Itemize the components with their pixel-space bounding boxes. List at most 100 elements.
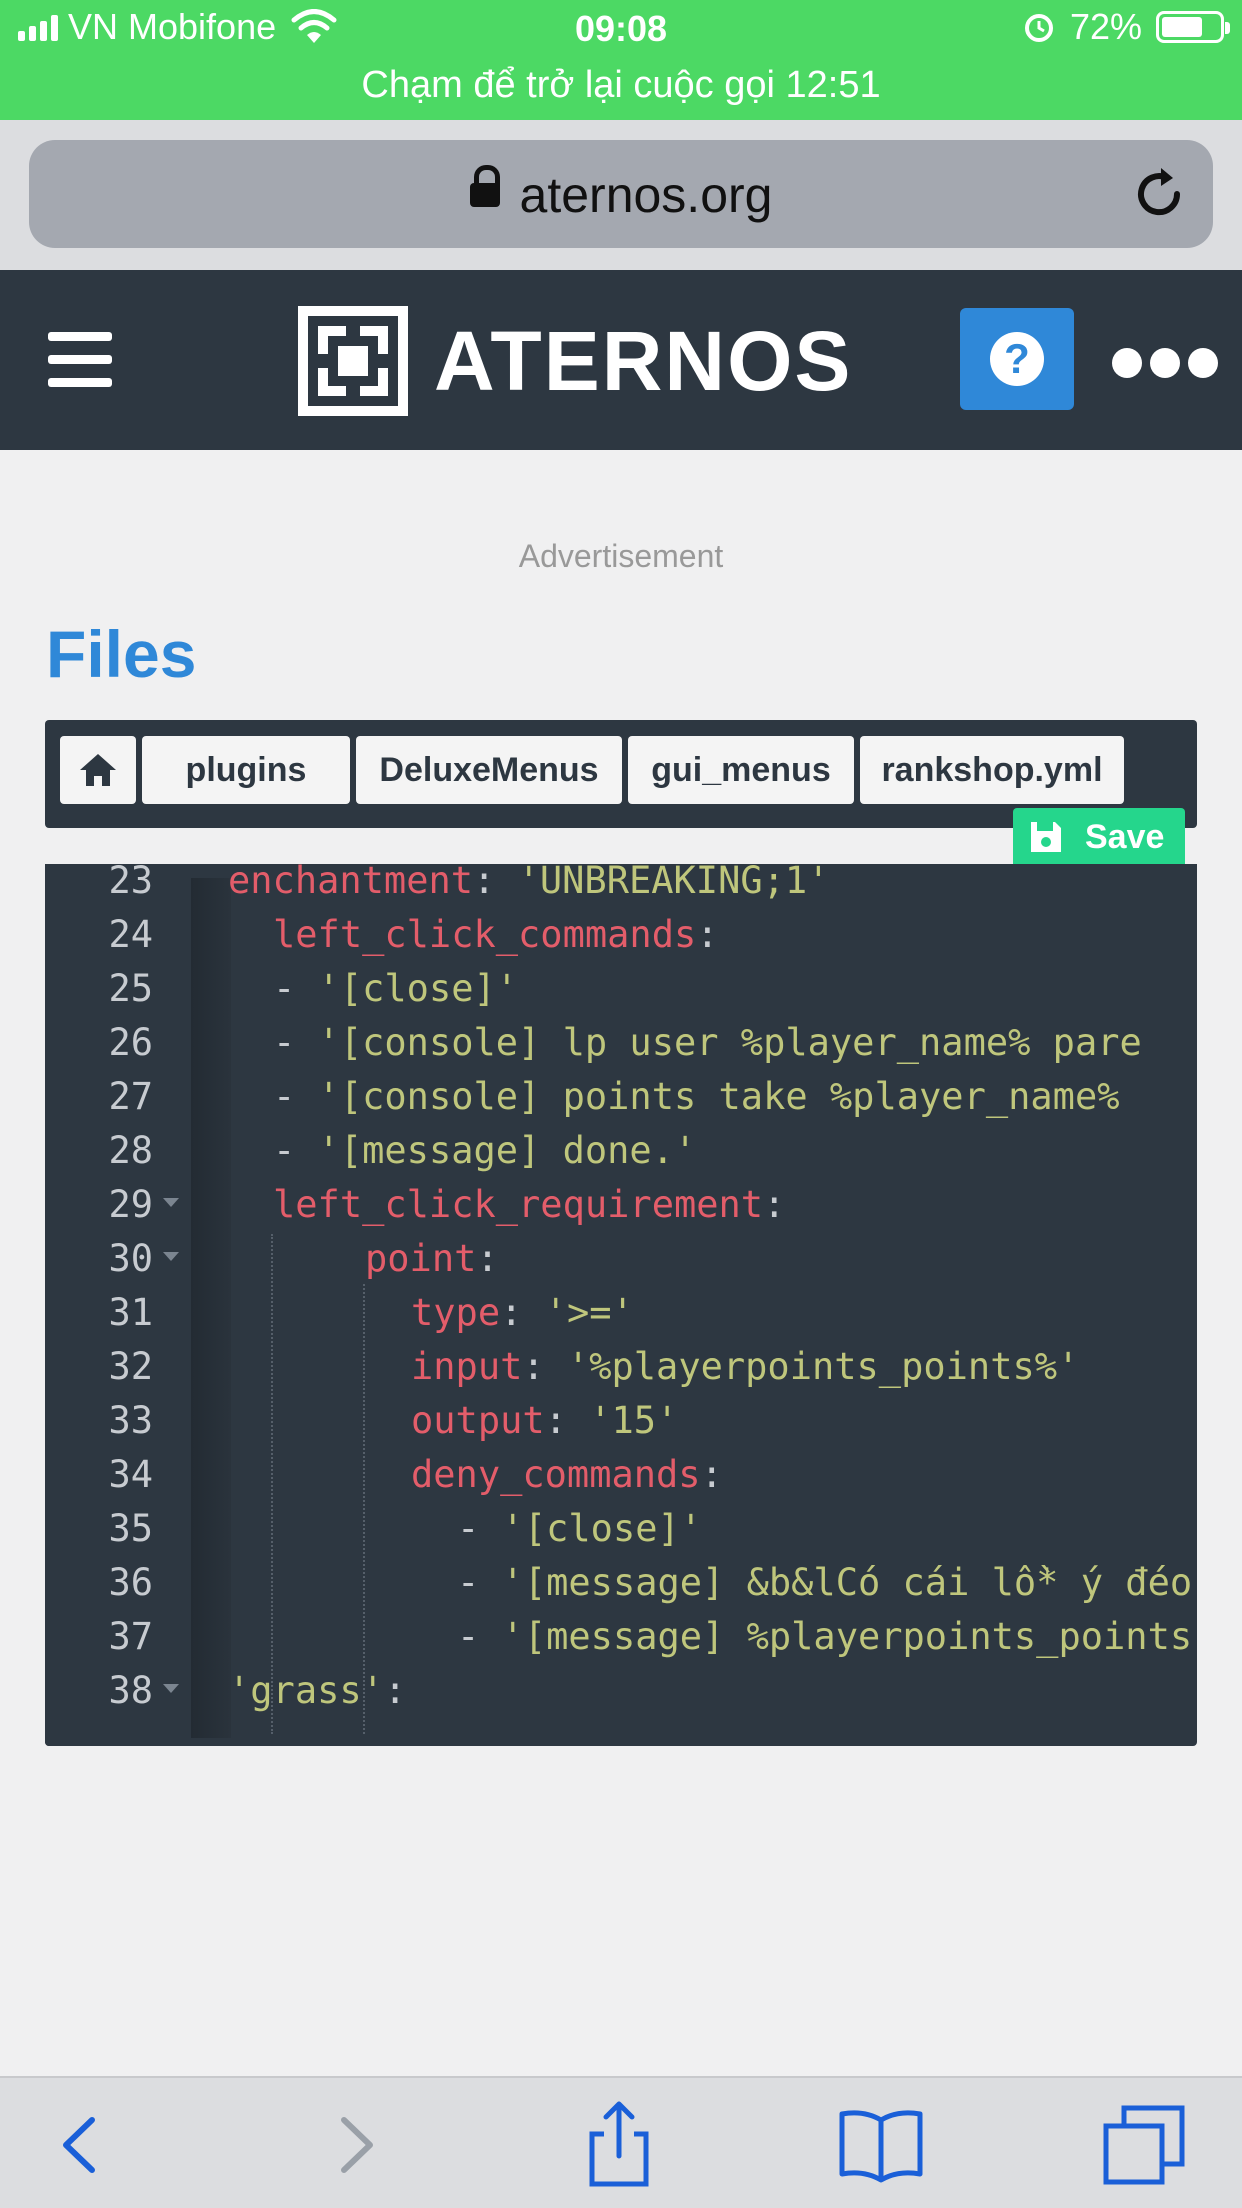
forward-icon[interactable]: [310, 2100, 400, 2190]
advertisement-label: Advertisement: [518, 538, 724, 574]
breadcrumb-rankshop-yml[interactable]: rankshop.yml: [860, 736, 1124, 804]
floppy-icon: [1031, 822, 1061, 852]
yaml-key: deny_commands: [411, 1453, 701, 1496]
back-icon[interactable]: [36, 2100, 126, 2190]
tabs-icon[interactable]: [1100, 2100, 1190, 2190]
code-line[interactable]: 38 'grass':: [45, 1664, 1197, 1718]
breadcrumb-plugins[interactable]: plugins: [142, 736, 350, 804]
code-text: point:: [365, 1237, 499, 1280]
line-number: 29: [108, 1183, 153, 1226]
code-line[interactable]: 33 output: '15': [45, 1394, 1197, 1448]
battery-icon: [1156, 11, 1230, 43]
code-text: left_click_commands:: [273, 913, 719, 956]
code-line[interactable]: 28 - '[message] done.': [45, 1124, 1197, 1178]
code-editor[interactable]: 23 enchantment: 'UNBREAKING;1' 24 left_clic…: [45, 864, 1197, 1746]
yaml-value: '[console] points take %player_name%: [317, 1075, 1120, 1118]
code-text: left_click_requirement:: [273, 1183, 786, 1226]
code-text: - '[close]': [273, 962, 518, 1016]
url-field[interactable]: aternos.org: [29, 140, 1213, 248]
list-dash: -: [457, 1561, 502, 1604]
code-line[interactable]: 30 point:: [45, 1232, 1197, 1286]
browser-toolbar: [0, 2076, 1242, 2208]
save-label: Save: [1085, 817, 1165, 856]
fold-toggle-icon[interactable]: [163, 1198, 179, 1207]
status-right: 72%: [1022, 6, 1230, 48]
code-text: - '[message] %playerpoints_points: [457, 1610, 1192, 1664]
code-line[interactable]: 24 left_click_commands:: [45, 908, 1197, 962]
code-text: - '[message] &b&lCó cái lồ* ý đéo: [457, 1556, 1192, 1610]
reload-icon[interactable]: [1131, 164, 1191, 224]
code-line[interactable]: 31 type: '>=': [45, 1286, 1197, 1340]
line-number: 38: [108, 1669, 153, 1712]
yaml-key: point: [365, 1237, 477, 1280]
list-dash: -: [273, 967, 318, 1010]
code-text: - '[console] points take %player_name%: [273, 1070, 1120, 1124]
status-bar: VN Mobifone 09:08 72% Chạm để trở lại cu…: [0, 0, 1242, 120]
breadcrumb-home[interactable]: [60, 736, 136, 804]
code-text: enchantment: 'UNBREAKING;1': [228, 864, 829, 908]
yaml-value: '15': [566, 1399, 679, 1442]
site-logo[interactable]: ATERNOS: [298, 306, 852, 416]
breadcrumb-deluxemenus[interactable]: DeluxeMenus: [356, 736, 622, 804]
line-number: 27: [108, 1075, 153, 1118]
code-text: 'grass':: [228, 1669, 407, 1712]
yaml-key: left_click_commands: [273, 913, 697, 956]
list-dash: -: [457, 1615, 502, 1658]
site-header: ATERNOS ?: [0, 270, 1242, 450]
line-number: 37: [108, 1615, 153, 1658]
yaml-value: 'UNBREAKING;1': [495, 864, 830, 902]
breadcrumb-gui-menus[interactable]: gui_menus: [628, 736, 854, 804]
yaml-value: '[message] &b&lCó cái lồ* ý đéo: [501, 1561, 1193, 1604]
code-line[interactable]: 34 deny_commands:: [45, 1448, 1197, 1502]
list-dash: -: [273, 1129, 318, 1172]
line-number: 31: [108, 1291, 153, 1334]
question-icon: ?: [990, 332, 1044, 386]
help-button[interactable]: ?: [960, 308, 1074, 410]
yaml-key: left_click_requirement: [273, 1183, 764, 1226]
share-icon[interactable]: [574, 2100, 664, 2190]
line-number: 25: [108, 967, 153, 1010]
menu-icon[interactable]: [48, 332, 112, 388]
yaml-key: input: [411, 1345, 523, 1388]
line-number: 34: [108, 1453, 153, 1496]
code-text: input: '%playerpoints_points%': [411, 1345, 1080, 1388]
home-icon: [80, 754, 116, 786]
line-number: 23: [108, 864, 153, 902]
yaml-value: '[console] lp user %player_name% pare: [317, 1021, 1142, 1064]
list-dash: -: [273, 1021, 318, 1064]
list-dash: -: [273, 1075, 318, 1118]
code-line[interactable]: 23 enchantment: 'UNBREAKING;1': [45, 864, 1197, 908]
code-line[interactable]: 29 left_click_requirement:: [45, 1178, 1197, 1232]
browser-address-bar: aternos.org: [0, 120, 1242, 270]
code-line[interactable]: 36 - '[message] &b&lCó cái lồ* ý đéo: [45, 1556, 1197, 1610]
code-text: - '[console] lp user %player_name% pare: [273, 1016, 1142, 1070]
yaml-value: '[close]': [501, 1507, 703, 1550]
code-text: output: '15': [411, 1399, 679, 1442]
line-number: 30: [108, 1237, 153, 1280]
yaml-value: '[close]': [317, 967, 519, 1010]
list-dash: -: [457, 1507, 502, 1550]
yaml-value: '>=': [522, 1291, 634, 1334]
save-button[interactable]: Save: [1013, 808, 1185, 866]
line-number: 36: [108, 1561, 153, 1604]
yaml-key: type: [411, 1291, 501, 1334]
code-text: type: '>=': [411, 1291, 634, 1334]
more-icon[interactable]: [1112, 348, 1218, 378]
fold-toggle-icon[interactable]: [163, 1684, 179, 1693]
code-text: - '[close]': [457, 1502, 702, 1556]
code-line[interactable]: 37 - '[message] %playerpoints_points: [45, 1610, 1197, 1664]
line-number: 26: [108, 1021, 153, 1064]
yaml-key: enchantment: [228, 864, 474, 902]
code-line[interactable]: 35 - '[close]': [45, 1502, 1197, 1556]
fold-toggle-icon[interactable]: [163, 1252, 179, 1261]
code-line[interactable]: 26 - '[console] lp user %player_name% par…: [45, 1016, 1197, 1070]
code-line[interactable]: 25 - '[close]': [45, 962, 1197, 1016]
line-number: 32: [108, 1345, 153, 1388]
code-line[interactable]: 32 input: '%playerpoints_points%': [45, 1340, 1197, 1394]
aternos-logo-icon: [298, 306, 408, 416]
bookmarks-icon[interactable]: [836, 2100, 926, 2190]
code-line[interactable]: 27 - '[console] points take %player_name%: [45, 1070, 1197, 1124]
line-number: 35: [108, 1507, 153, 1550]
call-banner[interactable]: Chạm để trở lại cuộc gọi 12:51: [0, 64, 1242, 107]
yaml-value: '[message] done.': [317, 1129, 697, 1172]
